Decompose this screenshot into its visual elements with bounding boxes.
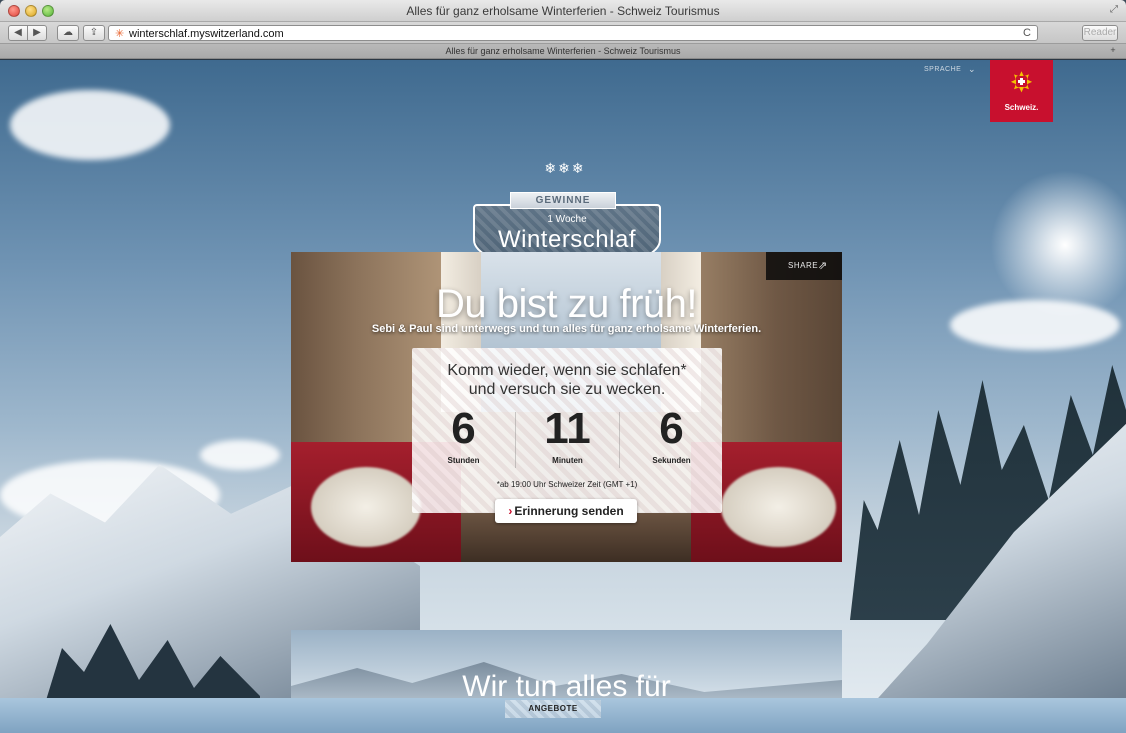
new-tab-button[interactable]: + [1106, 45, 1120, 57]
countdown-label: Sekunden [652, 456, 691, 465]
snowflake-icon: ❄❄❄ [544, 160, 586, 176]
countdown-minutes: 11 Minuten [516, 404, 619, 466]
page-subline: Sebi & Paul sind unterwegs und tun alles… [371, 323, 762, 335]
forward-button[interactable]: ▶ [27, 25, 47, 41]
fullscreen-icon[interactable]: ⤢ [1110, 4, 1118, 15]
countdown-label: Stunden [447, 456, 480, 465]
offers-tab[interactable]: ANGEBOTE [505, 700, 601, 718]
page-content: SPRACHE ⌄ ✸ Schweiz. ❄❄❄ 1 Woche Winters… [0, 60, 1126, 733]
cloud-left [10, 90, 170, 160]
language-selector[interactable]: SPRACHE [924, 66, 961, 73]
badge-week: 1 Woche [547, 214, 587, 225]
logo-text: Schweiz. [1004, 103, 1039, 112]
cloud-right [950, 300, 1120, 350]
browser-window: Alles für ganz erholsame Winterferien - … [0, 0, 1126, 733]
address-bar[interactable]: ✳ winterschlaf.myswitzerland.com C [108, 25, 1038, 41]
fur-blanket-left [311, 467, 421, 547]
tab-title[interactable]: Alles für ganz erholsame Winterferien - … [0, 46, 1126, 56]
countdown-card: Komm wieder, wenn sie schlafen* und vers… [412, 348, 722, 513]
page-headline: Du bist zu früh! [435, 282, 698, 326]
tab-strip: Alles für ganz erholsame Winterferien - … [0, 44, 1126, 59]
cloud-mid [200, 440, 280, 470]
badge-title: Winterschlaf [497, 226, 637, 253]
countdown-seconds: 6 Sekunden [620, 404, 723, 466]
reader-button[interactable]: Reader [1082, 25, 1118, 41]
url-text[interactable]: winterschlaf.myswitzerland.com [129, 28, 284, 40]
reload-icon[interactable]: C [1023, 27, 1031, 39]
countdown-hours: 6 Stunden [412, 404, 515, 466]
switzerland-logo[interactable]: ✸ Schweiz. [990, 60, 1053, 122]
share-label: SHARE [788, 261, 819, 270]
site-favicon-icon: ✳ [115, 28, 125, 40]
title-bar: Alles für ganz erholsame Winterferien - … [0, 0, 1126, 22]
icloud-icon: ☁ [63, 27, 73, 38]
card-message-line1: Komm wieder, wenn sie schlafen* [447, 362, 687, 379]
send-reminder-button[interactable]: › Erinnerung senden [495, 499, 637, 523]
countdown-label: Minuten [552, 456, 583, 465]
swiss-cross-icon [1016, 76, 1027, 87]
back-button[interactable]: ◀ [8, 25, 28, 41]
card-message-line2: und versuch sie zu wecken. [468, 381, 666, 398]
reminder-label: Erinnerung senden [514, 504, 624, 518]
share-icon: ⇪ [89, 27, 99, 38]
countdown-value: 6 [451, 404, 476, 453]
sun-glow [990, 170, 1126, 320]
fur-blanket-right [721, 467, 836, 547]
chevron-right-icon: › [508, 504, 513, 518]
badge-ribbon: GEWINNE [510, 192, 616, 209]
back-icon: ◀ [14, 27, 22, 38]
chevron-down-icon[interactable]: ⌄ [968, 64, 976, 75]
main-panel: SHARE ⇗ Du bist zu früh! Sebi & Paul sin… [291, 252, 842, 562]
forward-icon: ▶ [33, 27, 41, 38]
icloud-tabs-button[interactable]: ☁ [57, 25, 79, 41]
schedule-note: *ab 19:00 Uhr Schweizer Zeit (GMT +1) [496, 480, 638, 489]
share-panel-button[interactable]: SHARE ⇗ [766, 252, 842, 280]
browser-toolbar: ◀ ▶ ☁ ⇪ ✳ winterschlaf.myswitzerland.com… [0, 22, 1126, 44]
countdown-value: 6 [659, 404, 684, 453]
share-icon: ⇗ [818, 260, 828, 272]
share-button[interactable]: ⇪ [83, 25, 105, 41]
countdown-value: 11 [544, 404, 591, 453]
window-title: Alles für ganz erholsame Winterferien - … [406, 4, 720, 18]
